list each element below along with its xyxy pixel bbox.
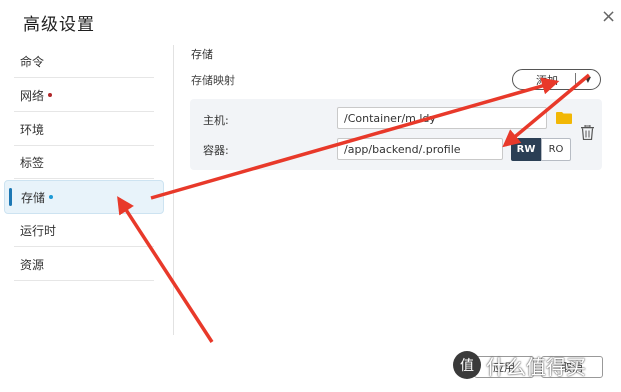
sidebar-item-labels[interactable]: 标签 [14, 146, 154, 179]
host-path-input[interactable] [337, 107, 547, 129]
section-title: 存储 [191, 48, 213, 61]
sidebar-item-storage[interactable]: 存储 [4, 180, 164, 214]
rw-toggle[interactable]: RW [511, 138, 541, 161]
sidebar: 命令 网络 环境 标签 存储 运行时 资源 [0, 45, 165, 335]
add-button-label: 添加 [536, 73, 558, 87]
sidebar-item-runtime[interactable]: 运行时 [14, 214, 154, 247]
sidebar-item-environment[interactable]: 环境 [14, 113, 154, 146]
vertical-divider [173, 45, 174, 335]
ro-toggle[interactable]: RO [541, 138, 571, 161]
trash-icon[interactable] [581, 125, 594, 140]
folder-icon[interactable] [556, 111, 572, 124]
watermark-logo: 值 [453, 351, 481, 379]
sidebar-item-label: 网络 [20, 88, 45, 103]
sidebar-item-label: 环境 [20, 122, 45, 137]
sidebar-item-network[interactable]: 网络 [14, 79, 154, 112]
sidebar-item-label: 运行时 [20, 223, 57, 238]
active-indicator [9, 188, 12, 206]
close-icon[interactable]: × [601, 7, 616, 27]
sidebar-item-label: 标签 [20, 155, 45, 170]
sidebar-item-label: 命令 [20, 54, 45, 69]
caret-down-icon[interactable]: ▼ [576, 75, 600, 84]
mapping-label: 存储映射 [191, 74, 235, 87]
watermark: 值 什么值得买 [452, 346, 612, 386]
sidebar-item-command[interactable]: 命令 [14, 45, 154, 78]
status-dot [49, 195, 54, 199]
status-dot [48, 93, 53, 97]
sidebar-item-label: 存储 [21, 190, 46, 205]
watermark-text: 什么值得买 [486, 355, 586, 379]
dialog-title: 高级设置 [23, 15, 95, 35]
host-label: 主机: [203, 114, 229, 127]
container-label: 容器: [203, 144, 229, 157]
add-button[interactable]: 添加 ▼ [512, 69, 601, 90]
sidebar-item-label: 资源 [20, 257, 45, 272]
watermark-logo-glyph: 值 [460, 358, 474, 374]
sidebar-item-resources[interactable]: 资源 [14, 248, 154, 281]
container-path-input[interactable] [337, 138, 503, 160]
